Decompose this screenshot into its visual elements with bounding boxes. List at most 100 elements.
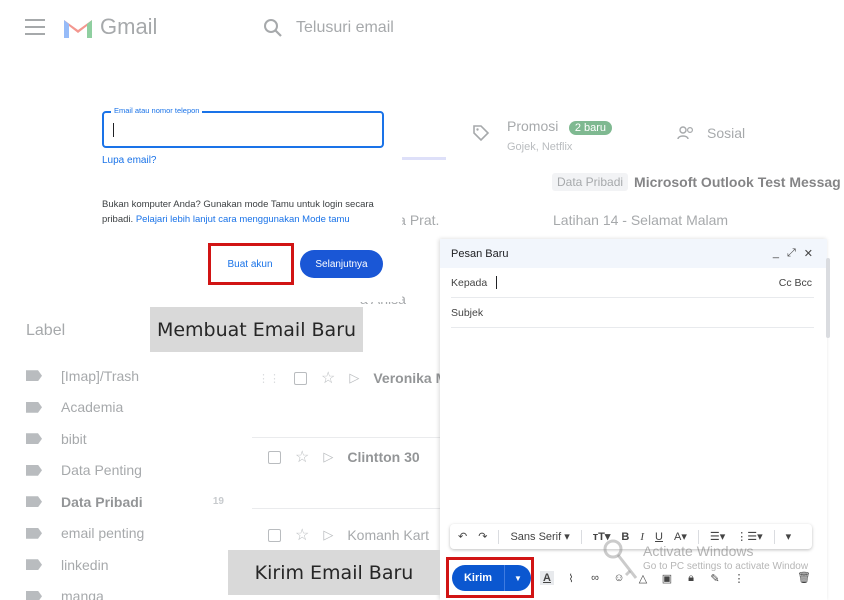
- tab-sosial[interactable]: Sosial: [677, 125, 745, 141]
- confidential-mode-icon[interactable]: 🔒︎: [684, 571, 698, 585]
- guest-mode-link[interactable]: Pelajari lebih lanjut cara menggunakan M…: [136, 214, 350, 225]
- mail-row[interactable]: Latihan 14 - Selamat Malam: [553, 208, 728, 232]
- sidebar-item-manga[interactable]: manga: [26, 581, 250, 600]
- more-options-icon[interactable]: ⋮: [732, 571, 746, 585]
- label-pill: Data Pribadi: [552, 173, 629, 191]
- sidebar-item-label: email penting: [61, 525, 145, 542]
- table-row[interactable]: ☆ ▷ Clintton 30: [268, 442, 420, 472]
- label-icon: [26, 401, 42, 413]
- compose-title: Pesan Baru: [451, 247, 509, 260]
- label-icon: [26, 433, 42, 445]
- text-cursor: [113, 123, 114, 137]
- row-divider: [252, 437, 444, 438]
- numbered-list-icon[interactable]: ⋮☰▾: [736, 530, 762, 543]
- menu-icon[interactable]: [25, 19, 45, 35]
- underline-icon[interactable]: U: [655, 531, 663, 543]
- gmail-logo[interactable]: Gmail: [62, 14, 157, 40]
- sidebar-item-label: linkedin: [61, 556, 109, 573]
- subject-field[interactable]: Subjek: [451, 298, 814, 328]
- search-bar[interactable]: Telusuri email: [262, 10, 782, 46]
- highlight-send-button: [446, 557, 534, 598]
- tab-sosial-label: Sosial: [707, 125, 746, 141]
- search-icon[interactable]: [262, 17, 284, 39]
- photo-icon[interactable]: ▣: [660, 571, 674, 585]
- sidebar-item-bibit[interactable]: bibit: [26, 423, 250, 455]
- sidebar-item-label: Data Pribadi: [61, 493, 143, 510]
- gmail-topbar: Gmail Telusuri email: [0, 0, 844, 56]
- sidebar-item-label: Data Penting: [61, 462, 142, 479]
- text-color-icon[interactable]: A▾: [674, 530, 687, 543]
- tag-icon: [473, 125, 490, 142]
- mail-sender: Clintton 30: [347, 449, 420, 465]
- inbox-tabs: Promosi 2 baru Gojek, Netflix Sosial: [445, 112, 844, 160]
- font-select[interactable]: Sans Serif ▾: [510, 530, 569, 543]
- sidebar-item-email-penting[interactable]: email penting: [26, 518, 250, 550]
- search-input[interactable]: Telusuri email: [296, 19, 394, 37]
- label-icon: [26, 590, 42, 600]
- scrollbar[interactable]: [826, 258, 830, 338]
- compose-header[interactable]: Pesan Baru _ ⤢ ✕: [440, 239, 827, 268]
- important-icon[interactable]: ▷: [323, 527, 333, 543]
- key-icon: [603, 539, 638, 579]
- toolbar-divider: [697, 529, 699, 544]
- undo-icon[interactable]: ↶: [458, 530, 467, 543]
- star-icon[interactable]: ☆: [295, 525, 309, 545]
- toolbar-divider: [773, 529, 775, 544]
- toolbar-divider: [498, 529, 500, 544]
- row-checkbox[interactable]: [268, 450, 281, 464]
- important-icon[interactable]: ▷: [323, 449, 333, 465]
- link-icon[interactable]: ∞: [588, 571, 602, 585]
- forgot-email-link[interactable]: Lupa email?: [102, 155, 156, 166]
- sidebar-item-label: manga: [61, 588, 104, 600]
- sidebar-item-label: [Imap]/Trash: [61, 367, 140, 384]
- redo-icon[interactable]: ↷: [478, 530, 487, 543]
- highlight-create-account: [208, 243, 294, 285]
- to-field[interactable]: Kepada Cc Bcc: [451, 268, 814, 298]
- mail-sender: Komanh Kart: [347, 527, 430, 543]
- label-icon: [26, 464, 42, 476]
- more-formatting-icon[interactable]: ▾: [786, 530, 792, 543]
- expand-icon[interactable]: ⤢: [787, 247, 796, 260]
- tab-promosi-label: Promosi: [507, 118, 559, 134]
- row-checkbox[interactable]: [268, 528, 281, 542]
- trash-icon[interactable]: 🗑︎: [797, 570, 811, 584]
- minimize-icon[interactable]: _: [773, 247, 779, 260]
- sidebar-item-linkedin[interactable]: linkedin: [26, 549, 250, 581]
- sidebar-item-academia[interactable]: Academia: [26, 392, 250, 424]
- label-icon: [26, 527, 42, 539]
- important-icon[interactable]: ▷: [349, 370, 359, 386]
- mail-row[interactable]: Data Pribadi Microsoft Outlook Test Mess…: [552, 170, 841, 194]
- next-button[interactable]: Selanjutnya: [300, 250, 383, 278]
- star-icon[interactable]: ☆: [321, 368, 335, 388]
- tab-promosi-senders: Gojek, Netflix: [507, 141, 573, 153]
- caption-send-email: Kirim Email Baru: [228, 550, 440, 595]
- tab-promosi[interactable]: Promosi 2 baru Gojek, Netflix: [507, 118, 613, 153]
- sidebar-item-label: bibit: [61, 430, 87, 447]
- table-row[interactable]: ⋮⋮ ☆ ▷ Veronika Ma: [258, 363, 455, 393]
- sidebar-item-data-penting[interactable]: Data Penting: [26, 455, 250, 487]
- people-icon: [677, 126, 694, 140]
- table-row[interactable]: ☆ ▷ Komanh Kart: [268, 520, 429, 550]
- gmail-logo-text: Gmail: [100, 14, 158, 39]
- row-divider: [252, 508, 444, 509]
- align-icon[interactable]: ☰▾: [710, 530, 725, 543]
- close-icon[interactable]: ✕: [804, 247, 813, 260]
- attach-icon[interactable]: ⌇: [564, 571, 578, 585]
- to-label: Kepada: [451, 276, 488, 289]
- sidebar-item-label: Academia: [61, 399, 124, 416]
- signature-icon[interactable]: ✎: [708, 571, 722, 585]
- label-icon: [26, 559, 42, 571]
- new-count-badge: 2 baru: [568, 121, 613, 135]
- label-icon: [26, 496, 42, 508]
- formatting-options-icon[interactable]: A: [540, 571, 554, 585]
- star-icon[interactable]: ☆: [295, 447, 309, 467]
- row-checkbox[interactable]: [294, 371, 307, 385]
- cc-bcc-link[interactable]: Cc Bcc: [779, 277, 812, 289]
- font-name: Sans Serif: [510, 531, 562, 543]
- drag-handle-icon[interactable]: ⋮⋮: [258, 372, 280, 385]
- sidebar-label-heading: Label: [26, 322, 66, 339]
- sidebar-item-data-pribadi[interactable]: Data Pribadi 19: [26, 486, 250, 518]
- email-field[interactable]: Email atau nomor telepon: [102, 106, 384, 148]
- sidebar-item-imap-trash[interactable]: [Imap]/Trash: [26, 360, 250, 392]
- toolbar-divider: [580, 529, 582, 544]
